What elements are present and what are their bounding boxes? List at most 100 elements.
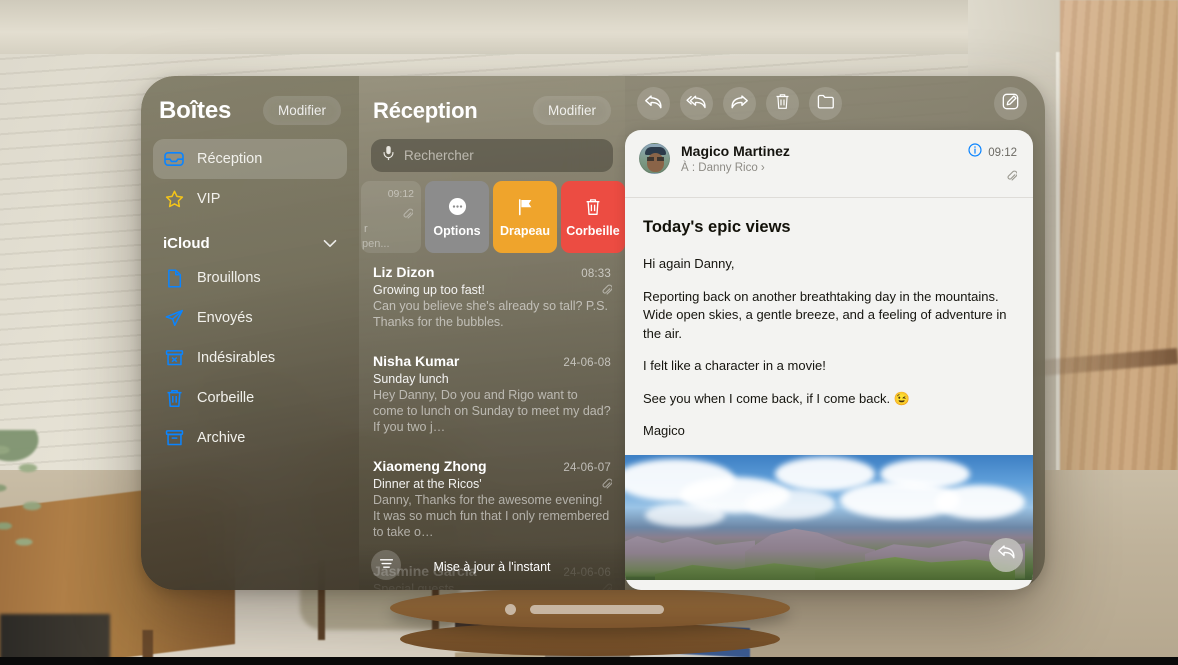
reader-paragraph: I felt like a character in a movie!: [643, 358, 826, 374]
message-date: 08:33: [581, 268, 611, 280]
reader-paragraph: Reporting back on another breathtaking d…: [643, 288, 1007, 341]
message-date: 24-06-07: [563, 462, 611, 474]
paperclip-icon: [602, 477, 613, 495]
sidebar-item-envoyes[interactable]: Envoyés: [153, 298, 347, 338]
message-list-status-bar: Mise à jour à l'instant: [359, 544, 625, 590]
message-subject: Dinner at the Ricos': [373, 477, 482, 491]
ellipsis-icon: [447, 197, 467, 217]
message-list-item[interactable]: Xiaomeng Zhong 24-06-07 Dinner at the Ri…: [359, 447, 625, 552]
paperclip-icon: [403, 207, 414, 225]
swiped-row-time: 09:12: [387, 188, 414, 200]
mailboxes-sidebar: Boîtes Modifier Réception VIP iCloud Bro…: [141, 76, 359, 590]
window-resize-bar[interactable]: [530, 605, 664, 614]
sidebar-section-label: iCloud: [163, 235, 210, 252]
search-input[interactable]: [404, 148, 601, 163]
sidebar-item-label: Envoyés: [197, 310, 253, 326]
message-list-item[interactable]: Liz Dizon 08:33 Growing up too fast! Can…: [359, 253, 625, 342]
swipe-action-options[interactable]: Options: [425, 181, 489, 253]
reply-all-arrow-icon: [686, 94, 707, 113]
message-list-status-text: Mise à jour à l'instant: [433, 560, 551, 574]
sidebar-item-label: Réception: [197, 151, 263, 167]
message-preview: Hey Danny, Do you and Rigo want to come …: [373, 388, 611, 434]
chevron-down-icon: [323, 235, 337, 252]
reader-recipient-name: Danny Rico: [698, 162, 758, 174]
swipe-action-label: Options: [433, 223, 481, 238]
swiped-row-partial-subject: r: [364, 223, 368, 235]
document-icon: [163, 268, 185, 288]
sidebar-item-vip[interactable]: VIP: [153, 179, 347, 219]
folder-icon: [817, 94, 835, 112]
swipe-action-label: Drapeau: [499, 223, 551, 238]
info-circle-icon[interactable]: [968, 143, 982, 162]
message-subject: Sunday lunch: [373, 372, 449, 386]
mountain-landscape-photo[interactable]: [625, 454, 1033, 580]
sidebar-item-corbeille[interactable]: Corbeille: [153, 378, 347, 418]
reader-paragraph: Hi again Danny,: [643, 256, 735, 272]
reader-participants: Magico Martinez À : Danny Rico ›: [681, 143, 957, 174]
sidebar-item-archive[interactable]: Archive: [153, 418, 347, 458]
reader-recipient-row[interactable]: À : Danny Rico ›: [681, 162, 957, 174]
sidebar-item-label: Indésirables: [197, 350, 276, 366]
message-preview: Danny, Thanks for the awesome evening! I…: [373, 493, 610, 539]
message-list-edit-button[interactable]: Modifier: [532, 96, 611, 125]
reader-meta: 09:12: [968, 143, 1018, 187]
reply-arrow-icon: [997, 544, 1016, 565]
avatar: [639, 143, 670, 174]
swiped-message-row: 09:12 r pen... Options Drapeau Corbeille: [359, 181, 625, 253]
star-icon: [163, 189, 185, 209]
message-reader-pane: Magico Martinez À : Danny Rico › 09:12 T…: [625, 130, 1033, 590]
sidebar-item-label: Brouillons: [197, 270, 261, 286]
sidebar-item-label: VIP: [197, 191, 221, 207]
reply-floating-button[interactable]: [989, 537, 1023, 572]
message-sender: Liz Dizon: [373, 264, 435, 280]
message-date: 24-06-08: [563, 357, 611, 369]
swiped-row-partial-preview: pen...: [362, 238, 390, 250]
message-list-title: Réception: [373, 97, 478, 123]
filter-lines-icon: [379, 558, 394, 572]
paper-plane-icon: [163, 308, 185, 328]
reply-button[interactable]: [637, 86, 670, 120]
search-bar[interactable]: [371, 139, 613, 172]
reader-subject: Today's epic views: [643, 218, 791, 236]
sidebar-edit-button[interactable]: Modifier: [262, 96, 341, 125]
window-close-dot[interactable]: [505, 604, 516, 615]
compose-button[interactable]: [994, 86, 1027, 120]
sidebar-item-label: Archive: [197, 430, 246, 446]
message-subject: Growing up too fast!: [373, 283, 485, 297]
swipe-action-flag[interactable]: Drapeau: [493, 181, 557, 253]
message-list-item[interactable]: Nisha Kumar 24-06-08 Sunday lunch Hey Da…: [359, 342, 625, 447]
window-drag-handle[interactable]: [505, 604, 664, 615]
mail-app-window: Boîtes Modifier Réception VIP iCloud Bro…: [141, 76, 1045, 590]
trash-icon: [163, 388, 185, 408]
search-container: [359, 129, 625, 172]
sidebar-item-label: Corbeille: [197, 390, 255, 406]
reader-signature: Magico: [643, 423, 685, 439]
sidebar-item-brouillons[interactable]: Brouillons: [153, 258, 347, 298]
delete-button[interactable]: [766, 86, 799, 120]
sidebar-section-icloud[interactable]: iCloud: [153, 219, 347, 258]
reader-to-prefix: À :: [681, 162, 696, 174]
sidebar-header: Boîtes Modifier: [153, 90, 347, 129]
trash-icon: [775, 93, 790, 113]
inbox-icon: [163, 149, 185, 169]
compose-pencil-icon: [1002, 93, 1019, 113]
microphone-icon[interactable]: [383, 145, 394, 166]
trailing-plant: [0, 430, 110, 620]
sidebar-item-reception[interactable]: Réception: [153, 139, 347, 179]
filter-button[interactable]: [371, 550, 401, 580]
message-list-column: Réception Modifier 09:12: [359, 76, 625, 590]
message-list-header: Réception Modifier: [359, 90, 625, 129]
junk-box-icon: [163, 348, 185, 368]
paperclip-icon[interactable]: [1007, 169, 1018, 187]
swiped-row-peek[interactable]: 09:12 r pen...: [361, 181, 421, 253]
sidebar-item-indesirables[interactable]: Indésirables: [153, 338, 347, 378]
message-preview: Can you believe she's already so tall? P…: [373, 299, 608, 329]
sidebar-title: Boîtes: [159, 96, 232, 124]
message-sender: Nisha Kumar: [373, 353, 460, 369]
forward-button[interactable]: [723, 86, 756, 120]
reply-all-button[interactable]: [680, 86, 713, 120]
swipe-action-trash[interactable]: Corbeille: [561, 181, 625, 253]
move-to-folder-button[interactable]: [809, 86, 842, 120]
reader-header: Magico Martinez À : Danny Rico › 09:12: [625, 130, 1033, 198]
reader-body: Today's epic views Hi again Danny, Repor…: [625, 198, 1033, 441]
